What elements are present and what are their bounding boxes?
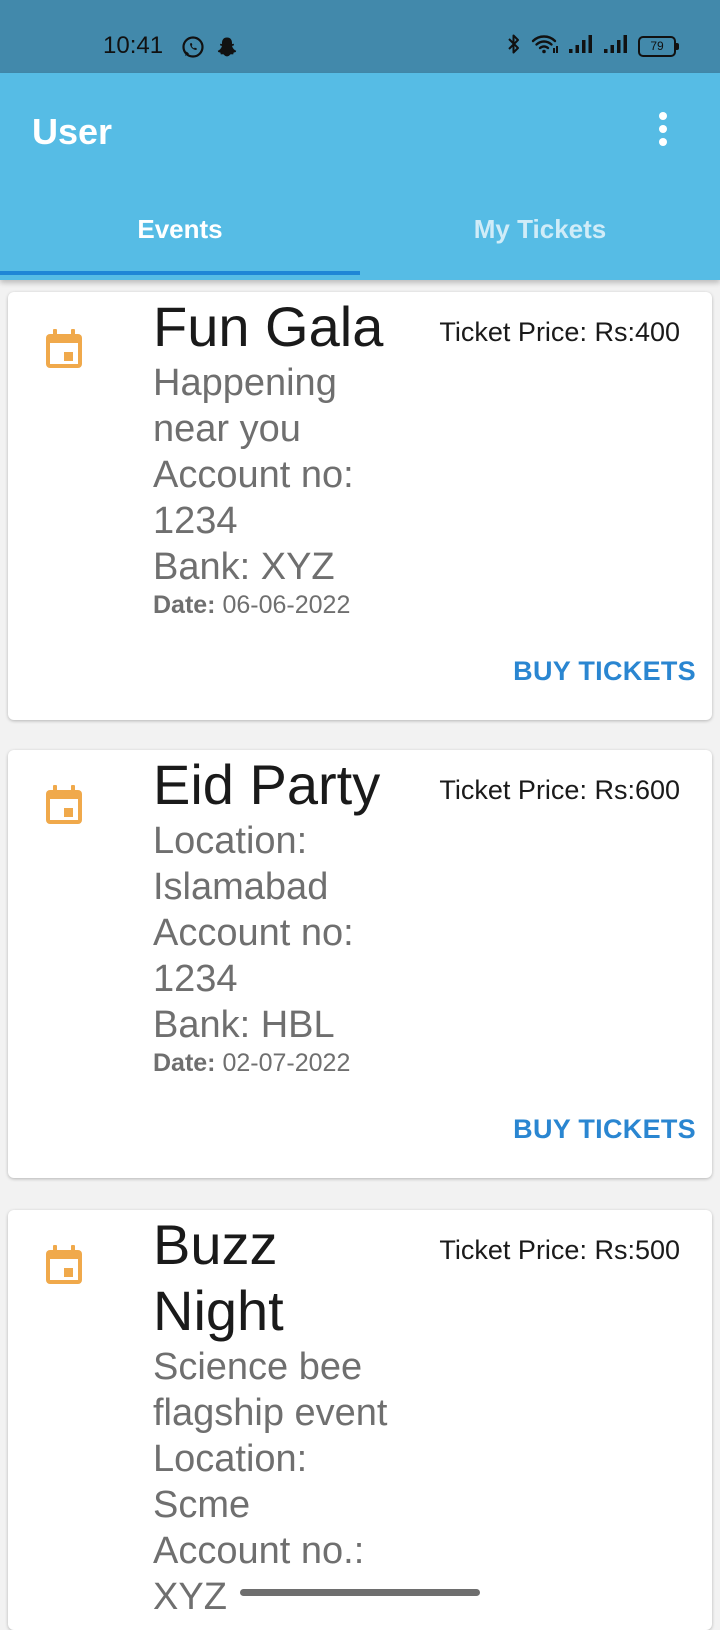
snapchat-icon <box>215 35 239 64</box>
event-title: Eid Party <box>153 753 381 816</box>
tab-bar: Events My Tickets <box>0 193 720 280</box>
calendar-icon <box>44 784 84 826</box>
calendar-icon <box>44 1244 84 1286</box>
tab-label: Events <box>137 214 223 244</box>
status-time: 10:41 <box>103 32 164 59</box>
wifi-icon <box>531 33 559 60</box>
ticket-price: Ticket Price: Rs:600 <box>439 775 680 805</box>
whatsapp-icon <box>181 35 205 64</box>
tab-label: My Tickets <box>473 214 607 244</box>
buy-tickets-button[interactable]: BUY TICKETS <box>513 656 696 687</box>
event-date: Date: 06-06-2022 <box>153 590 413 620</box>
date-label: Date: <box>153 591 216 619</box>
ticket-price: Ticket Price: Rs:400 <box>439 317 680 347</box>
event-title: Buzz Night <box>153 1213 284 1342</box>
app-bar: User Events My Tickets <box>0 73 720 280</box>
buy-tickets-button[interactable]: BUY TICKETS <box>513 1114 696 1145</box>
event-details: Location: Islamabad Account no: 1234 Ban… <box>153 820 354 1046</box>
date-value: 06-06-2022 <box>222 591 351 619</box>
status-bar: 10:41 79 <box>0 0 720 73</box>
calendar-icon <box>44 328 84 370</box>
signal-icon <box>603 34 629 59</box>
event-details: Happening near you Account no: 1234 Bank… <box>153 362 354 588</box>
more-vert-icon[interactable] <box>648 109 678 149</box>
event-card: Buzz Night Science bee flagship event Lo… <box>8 1210 712 1630</box>
event-title: Fun Gala <box>153 295 384 358</box>
page-title: User <box>32 111 113 152</box>
event-details: Science bee flagship event Location: Scm… <box>153 1346 388 1618</box>
tab-my-tickets[interactable]: My Tickets <box>360 193 720 280</box>
home-indicator[interactable] <box>240 1589 480 1596</box>
bluetooth-icon <box>506 33 522 60</box>
event-date: Date: 02-07-2022 <box>153 1048 413 1078</box>
battery-indicator: 79 <box>638 36 679 57</box>
signal-icon <box>568 34 594 59</box>
date-value: 02-07-2022 <box>222 1049 351 1077</box>
event-card: Eid Party Location: Islamabad Account no… <box>8 750 712 1178</box>
ticket-price: Ticket Price: Rs:500 <box>439 1235 680 1265</box>
event-card: Fun Gala Happening near you Account no: … <box>8 292 712 720</box>
tab-events[interactable]: Events <box>0 193 360 280</box>
date-label: Date: <box>153 1049 216 1077</box>
tab-indicator <box>0 271 360 275</box>
